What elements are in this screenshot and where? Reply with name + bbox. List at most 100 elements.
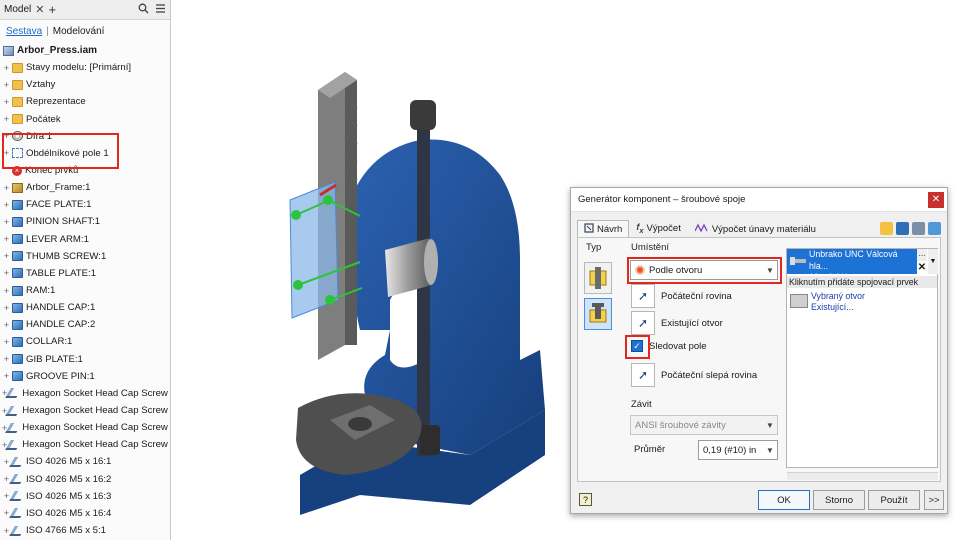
follow-pattern-checkbox[interactable]: ✓ [631, 340, 643, 352]
expand-icon[interactable]: + [2, 234, 11, 244]
tree-item[interactable]: + Počátek [2, 111, 170, 128]
select-arrow-icon[interactable]: ➚ [631, 311, 655, 335]
mode-modelovani[interactable]: Modelování [53, 26, 105, 37]
settings-icon[interactable] [912, 222, 925, 235]
tree-item[interactable]: + ISO 4026 M5 x 16:3 [2, 488, 170, 505]
expand-icon[interactable]: + [2, 63, 11, 73]
tree-item[interactable]: + Vztahy [2, 76, 170, 93]
tree-item[interactable]: + Obdélníkové pole 1 [2, 145, 170, 162]
expand-icon[interactable]: + [2, 251, 11, 261]
tree-item[interactable]: + TABLE PLATE:1 [2, 265, 170, 282]
close-icon[interactable]: ✕ [35, 3, 44, 16]
select-arrow-icon[interactable]: ➚ [631, 284, 655, 308]
tree-item[interactable]: + THUMB SCREW:1 [2, 248, 170, 265]
tree-item[interactable]: + HANDLE CAP:1 [2, 299, 170, 316]
tree-item[interactable]: + Hexagon Socket Head Cap Screw - In [2, 419, 170, 436]
tree-item[interactable]: × Konec prvků [2, 162, 170, 179]
expand-icon[interactable]: + [2, 371, 11, 381]
tab-navrh[interactable]: Návrh [577, 220, 630, 238]
expand-icon[interactable]: + [2, 303, 11, 313]
remove-fastener-icon[interactable]: ✕ [917, 262, 927, 274]
expand-icon[interactable]: + [2, 148, 11, 158]
select-arrow-icon[interactable]: ➚ [631, 363, 655, 387]
fastener-dropdown-icon[interactable]: ▼ [928, 249, 938, 274]
mode-sestava[interactable]: Sestava [6, 26, 42, 37]
tab-model[interactable]: Model ✕ [4, 3, 44, 16]
tree-item[interactable]: + Hexagon Socket Head Cap Screw - In [2, 385, 170, 402]
tree-item-label: GIB PLATE:1 [26, 353, 83, 365]
expand-icon[interactable]: + [2, 337, 11, 347]
ok-button[interactable]: OK [758, 490, 810, 510]
blind-bolt-icon [589, 303, 607, 323]
tree-item[interactable]: + Hexagon Socket Head Cap Screw - In [2, 402, 170, 419]
start-plane-row[interactable]: ➚ Počáteční rovina [631, 284, 732, 308]
tree-item[interactable]: + ISO 4026 M5 x 16:2 [2, 471, 170, 488]
add-tab-icon[interactable]: + [48, 2, 56, 17]
thread-value: ANSI šroubové závity [635, 419, 726, 431]
tab-vypocet[interactable]: fx Výpočet [629, 219, 688, 238]
fastener-line1: Unbrako UNC Válcová hla... [809, 249, 898, 271]
tab-vypocet-unavy[interactable]: Výpočet únavy materiálu [688, 220, 823, 238]
tree-item[interactable]: + Hexagon Socket Head Cap Screw - In [2, 436, 170, 453]
tree-item[interactable]: + Stavy modelu: [Primární] [2, 59, 170, 76]
type-blind-button[interactable] [584, 298, 612, 330]
tree-item[interactable]: + COLLAR:1 [2, 333, 170, 350]
start-blind-plane-row[interactable]: ➚ Počáteční slepá rovina [631, 363, 757, 387]
part-icon [12, 319, 23, 330]
tree-item[interactable]: + Díra 1 [2, 128, 170, 145]
folder-icon [12, 96, 23, 107]
expand-icon[interactable]: + [2, 131, 11, 141]
dialog-titlebar[interactable]: Generátor komponent – šroubové spoje ✕ [571, 188, 947, 212]
open-file-icon[interactable] [880, 222, 893, 235]
follow-pattern-row[interactable]: ✓ Sledovat pole [631, 340, 707, 352]
cancel-button[interactable]: Storno [813, 490, 865, 510]
search-icon[interactable] [138, 3, 149, 17]
expand-icon[interactable]: + [2, 97, 11, 107]
tree-item[interactable]: + PINION SHAFT:1 [2, 213, 170, 230]
apply-button[interactable]: Použít [868, 490, 920, 510]
dialog-close-button[interactable]: ✕ [928, 191, 944, 208]
fastener-row-selected[interactable]: Unbrako UNC Válcová hla... 10 x 1 1/4 [787, 249, 917, 282]
fastener-more-button[interactable]: ... [917, 249, 927, 261]
more-button[interactable]: >> [924, 490, 944, 510]
tree-item-label: ISO 4766 M5 x 5:1 [26, 525, 106, 536]
expand-icon[interactable]: + [2, 286, 11, 296]
tree-item[interactable]: + ISO 4026 M5 x 16:1 [2, 453, 170, 470]
tree-item[interactable]: + GROOVE PIN:1 [2, 368, 170, 385]
expand-icon[interactable]: + [2, 320, 11, 330]
help-icon[interactable]: ? [579, 493, 592, 506]
placement-select[interactable]: Podle otvoru ▼ [630, 260, 778, 280]
expand-icon[interactable]: + [2, 200, 11, 210]
type-through-button[interactable] [584, 262, 612, 294]
tree-item[interactable]: + ISO 4766 M5 x 5:1 [2, 522, 170, 539]
tree-item[interactable]: + LEVER ARM:1 [2, 231, 170, 248]
tree-item-label: HANDLE CAP:1 [26, 302, 96, 314]
expand-icon[interactable]: + [2, 80, 11, 90]
tree-item[interactable]: + FACE PLATE:1 [2, 196, 170, 213]
list-scrollbar-h[interactable] [787, 472, 938, 480]
tree-item[interactable]: + ISO 4026 M5 x 16:4 [2, 505, 170, 522]
tree-item[interactable]: + HANDLE CAP:2 [2, 316, 170, 333]
tree-item-label: Konec prvků [25, 165, 79, 177]
add-fastener-hint[interactable]: Kliknutím přidáte spojovací prvek [787, 276, 937, 288]
expand-icon[interactable]: + [2, 183, 11, 193]
tree-item[interactable]: + GIB PLATE:1 [2, 351, 170, 368]
tree-item[interactable]: + Arbor_Frame:1 [2, 179, 170, 196]
expand-icon[interactable]: + [2, 268, 11, 278]
diameter-select[interactable]: 0,19 (#10) in ▼ [698, 440, 778, 460]
menu-icon[interactable] [155, 3, 166, 17]
tree-root[interactable]: Arbor_Press.iam [2, 42, 170, 59]
tree-item[interactable]: + RAM:1 [2, 282, 170, 299]
existing-hole-row[interactable]: ➚ Existující otvor [631, 311, 723, 335]
expand-icon[interactable]: + [2, 354, 11, 364]
save-icon[interactable] [896, 222, 909, 235]
tree-item[interactable]: + Reprezentace [2, 93, 170, 110]
browser-mode-switch: Sestava | Modelování [0, 20, 170, 42]
screw-icon [9, 474, 26, 485]
expand-icon[interactable]: + [2, 114, 11, 124]
hole-selection[interactable]: Vybraný otvor Existující... [811, 291, 865, 313]
expand-icon[interactable]: + [2, 217, 11, 227]
thread-select[interactable]: ANSI šroubové závity ▼ [630, 415, 778, 435]
options-icon[interactable] [928, 222, 941, 235]
bolt-icon [790, 256, 806, 269]
